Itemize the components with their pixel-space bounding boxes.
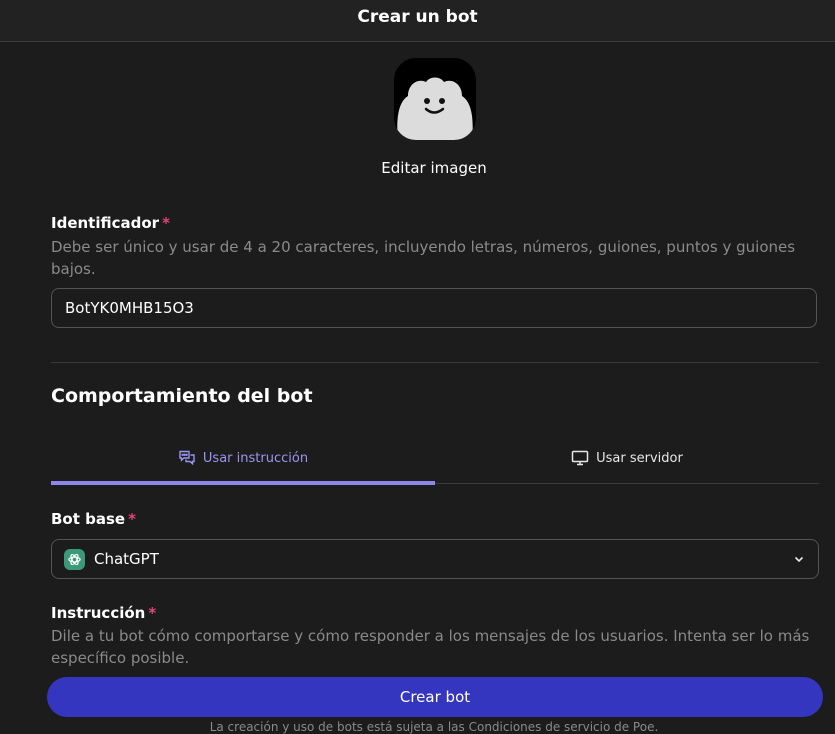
tab-label: Usar servidor: [596, 450, 683, 466]
identifier-help: Debe ser único y usar de 4 a 20 caracter…: [51, 238, 796, 278]
behavior-title: Comportamiento del bot: [51, 385, 313, 407]
avatar-face-icon: [394, 58, 476, 140]
identifier-input[interactable]: BotYK0MHB15O3: [51, 288, 817, 328]
base-bot-label: Bot base *: [51, 510, 136, 528]
required-mark: *: [148, 604, 157, 622]
page-title: Crear un bot: [357, 6, 478, 27]
chevron-down-icon: [792, 552, 806, 566]
base-bot-selected: ChatGPT: [94, 550, 159, 568]
create-bot-button[interactable]: Crear bot: [47, 677, 823, 717]
behavior-tabs: Usar instrucción Usar servidor: [51, 433, 819, 485]
instruction-help: Dile a tu bot cómo comportarse y cómo re…: [51, 627, 810, 667]
base-bot-label-text: Bot base: [51, 510, 126, 528]
instruction-label-text: Instrucción: [51, 604, 146, 622]
identifier-value: BotYK0MHB15O3: [65, 299, 194, 317]
identifier-label-text: Identificador: [51, 214, 160, 232]
bot-avatar[interactable]: [394, 58, 476, 140]
instruction-label: Instrucción *: [51, 604, 156, 622]
header: Crear un bot: [0, 0, 835, 42]
base-bot-select[interactable]: ChatGPT: [51, 539, 819, 579]
terms-notice: La creación y uso de bots está sujeta a …: [209, 720, 659, 734]
edit-image-link[interactable]: Editar imagen: [0, 159, 835, 177]
tab-use-server[interactable]: Usar servidor: [435, 433, 819, 483]
monitor-icon: [571, 449, 589, 467]
section-divider: [51, 362, 819, 363]
identifier-label: Identificador *: [51, 214, 170, 232]
chatgpt-icon: [64, 548, 85, 570]
chat-bubbles-icon: [178, 449, 196, 467]
tab-label: Usar instrucción: [202, 450, 309, 466]
required-mark: *: [162, 214, 170, 232]
required-mark: *: [128, 510, 136, 528]
tab-use-instruction[interactable]: Usar instrucción: [51, 433, 435, 485]
